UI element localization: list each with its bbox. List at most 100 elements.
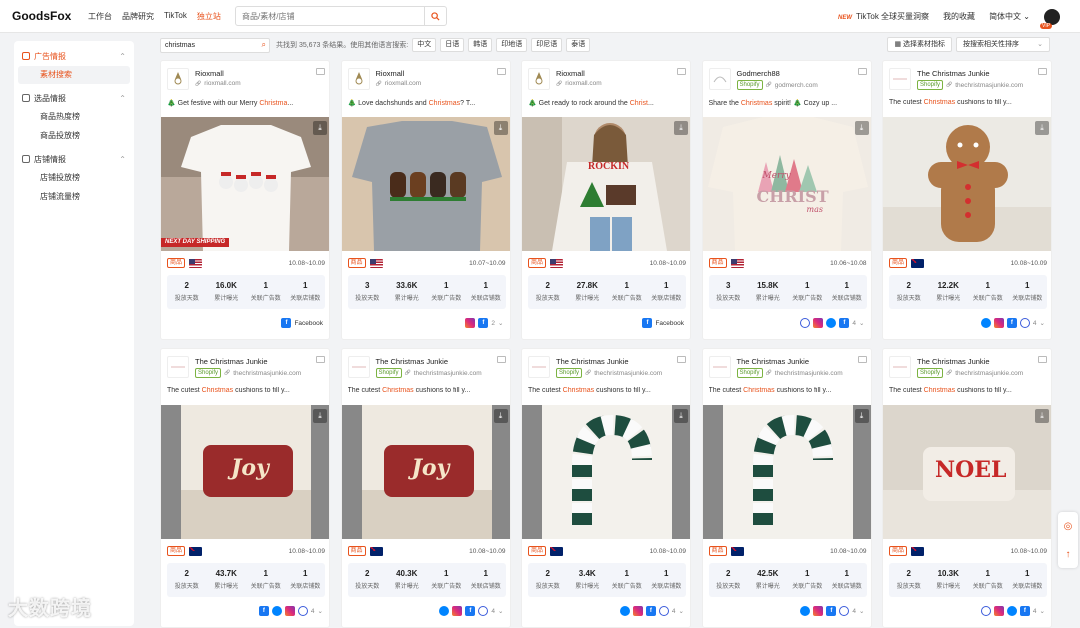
ad-creative-image[interactable]: NOEL ⤓ xyxy=(883,405,1051,539)
download-icon[interactable]: ⤓ xyxy=(1035,409,1049,423)
brand-domain[interactable]: thechristmasjunkie.com xyxy=(414,370,482,377)
brand-name[interactable]: Rioxmall xyxy=(556,69,585,78)
facebook-icon[interactable]: f xyxy=(1019,606,1030,616)
brand-logo[interactable] xyxy=(167,356,189,378)
download-icon[interactable]: ⤓ xyxy=(493,121,508,135)
brand-name[interactable]: Rioxmall xyxy=(195,69,224,78)
brand-logo[interactable] xyxy=(708,356,731,378)
nav-item[interactable]: TikTok xyxy=(164,11,187,22)
chevron-down-icon[interactable]: ⌄ xyxy=(1040,607,1045,615)
facebook-icon[interactable]: f xyxy=(281,318,292,328)
language-button[interactable]: 日语 xyxy=(440,38,465,52)
chevron-down-icon[interactable]: ⌄ xyxy=(859,319,864,327)
sidebar-item[interactable]: 素材搜索 xyxy=(18,66,130,84)
download-icon[interactable]: ⤓ xyxy=(1035,121,1049,135)
download-icon[interactable]: ⤓ xyxy=(674,409,688,423)
instagram-icon[interactable] xyxy=(813,318,824,328)
download-icon[interactable]: ⤓ xyxy=(493,409,508,423)
facebook-icon[interactable]: f xyxy=(642,318,653,328)
brand-name[interactable]: Rioxmall xyxy=(376,69,405,78)
audience-icon[interactable] xyxy=(980,606,991,616)
language-button[interactable]: 印地语 xyxy=(496,38,528,52)
brand-name[interactable]: The Christmas Junkie xyxy=(917,357,990,366)
brand-domain[interactable]: thechristmasjunkie.com xyxy=(594,370,662,377)
nav-item[interactable]: 独立站 xyxy=(197,11,221,22)
mail-icon[interactable] xyxy=(1038,356,1047,363)
ad-card[interactable]: Godmerch88 Shopify 🔗 godmerch.com Share the … xyxy=(701,60,872,340)
brand-domain[interactable]: rioxmall.com xyxy=(565,80,601,87)
ad-creative-image[interactable]: ⤓ xyxy=(883,117,1051,251)
keyword-search-input[interactable]: christmas ⌕ xyxy=(160,37,270,53)
favorites-link[interactable]: 我的收藏 xyxy=(943,11,975,22)
language-button[interactable]: 中文 xyxy=(412,38,437,52)
language-button[interactable]: 印尼语 xyxy=(531,38,563,52)
global-search-input[interactable] xyxy=(236,7,424,25)
ad-card[interactable]: The Christmas Junkie Shopify 🔗 thechristmas… xyxy=(701,348,872,628)
messenger-icon[interactable] xyxy=(826,318,837,328)
facebook-icon[interactable]: f xyxy=(258,606,269,616)
search-button[interactable] xyxy=(424,7,446,25)
more-platforms-count[interactable]: 4 xyxy=(491,608,495,615)
ad-creative-image[interactable]: ⤓ xyxy=(702,405,871,539)
chevron-down-icon[interactable]: ⌄ xyxy=(859,607,864,615)
brand-logo[interactable] xyxy=(167,68,189,90)
audience-icon[interactable] xyxy=(800,318,811,328)
facebook-icon[interactable]: f xyxy=(478,318,489,328)
ad-creative-image[interactable]: Joy ⤓ xyxy=(341,405,510,539)
brand-logo[interactable] xyxy=(889,68,911,90)
facebook-icon[interactable]: f xyxy=(826,606,837,616)
ad-card[interactable]: Rioxmall 🔗 rioxmall.com 🎄 Get ready to rock… xyxy=(521,60,691,340)
mail-icon[interactable] xyxy=(316,356,325,363)
sidebar-group[interactable]: 选品情报 ⌃ xyxy=(14,89,134,107)
brand-domain[interactable]: thechristmasjunkie.com xyxy=(955,370,1023,377)
ad-creative-image[interactable]: ROCKIN ⤓ xyxy=(522,117,690,251)
download-icon[interactable]: ⤓ xyxy=(854,121,869,135)
ad-card[interactable]: The Christmas Junkie Shopify 🔗 thechristmas… xyxy=(340,348,511,628)
mail-icon[interactable] xyxy=(857,356,867,363)
brand-domain[interactable]: thechristmasjunkie.com xyxy=(775,370,843,377)
mail-icon[interactable] xyxy=(1038,68,1047,75)
more-platforms-count[interactable]: 4 xyxy=(1033,608,1037,615)
instagram-icon[interactable] xyxy=(993,318,1004,328)
brand-name[interactable]: The Christmas Junkie xyxy=(376,357,449,366)
back-to-top-icon[interactable]: ↑ xyxy=(1058,540,1078,568)
messenger-icon[interactable] xyxy=(1006,606,1017,616)
brand-name[interactable]: The Christmas Junkie xyxy=(195,357,268,366)
facebook-icon[interactable]: f xyxy=(839,318,850,328)
brand-name[interactable]: Godmerch88 xyxy=(737,69,780,78)
brand-logo[interactable] xyxy=(708,68,731,90)
ad-card[interactable]: Rioxmall 🔗 rioxmall.com 🎄 Get festive with … xyxy=(160,60,330,340)
brand-domain[interactable]: thechristmasjunkie.com xyxy=(955,82,1023,89)
more-platforms-count[interactable]: 4 xyxy=(852,320,856,327)
download-icon[interactable]: ⤓ xyxy=(674,121,688,135)
instagram-icon[interactable] xyxy=(993,606,1004,616)
nav-item[interactable]: 品牌研究 xyxy=(122,11,154,22)
messenger-icon[interactable] xyxy=(619,606,630,616)
mail-icon[interactable] xyxy=(857,68,867,75)
brand-domain[interactable]: godmerch.com xyxy=(775,82,818,89)
brand-name[interactable]: The Christmas Junkie xyxy=(556,357,629,366)
chevron-down-icon[interactable]: ⌄ xyxy=(679,607,684,615)
sidebar-item[interactable]: 商品热度榜 xyxy=(18,108,130,126)
ad-creative-image[interactable]: ⤓ NEXT DAY SHIPPING xyxy=(161,117,329,251)
more-platforms-count[interactable]: 4 xyxy=(1033,320,1037,327)
ad-card[interactable]: The Christmas Junkie Shopify 🔗 thechristmas… xyxy=(521,348,691,628)
facebook-icon[interactable]: f xyxy=(1006,318,1017,328)
brand-name[interactable]: The Christmas Junkie xyxy=(917,69,990,78)
language-select[interactable]: 简体中文 ⌄ xyxy=(989,11,1030,22)
tiktok-insight-link[interactable]: NEW TikTok 全球买量洞察 xyxy=(838,11,929,22)
brand-domain[interactable]: thechristmasjunkie.com xyxy=(233,370,301,377)
instagram-icon[interactable] xyxy=(632,606,643,616)
chat-icon[interactable]: ◎ xyxy=(1058,512,1078,540)
user-avatar[interactable]: VIP xyxy=(1040,8,1060,29)
brand-logo[interactable] xyxy=(347,356,370,378)
chevron-down-icon[interactable]: ⌄ xyxy=(1040,319,1045,327)
chevron-down-icon[interactable]: ⌄ xyxy=(318,607,323,615)
instagram-icon[interactable] xyxy=(452,606,463,616)
audience-icon[interactable] xyxy=(297,606,308,616)
ad-card[interactable]: The Christmas Junkie Shopify 🔗 thechristmas… xyxy=(160,348,330,628)
sidebar-item[interactable]: 店铺投放榜 xyxy=(18,169,130,187)
ad-card[interactable]: The Christmas Junkie Shopify 🔗 thechristmas… xyxy=(882,60,1052,340)
brand-logo[interactable] xyxy=(889,356,911,378)
download-icon[interactable]: ⤓ xyxy=(313,409,327,423)
